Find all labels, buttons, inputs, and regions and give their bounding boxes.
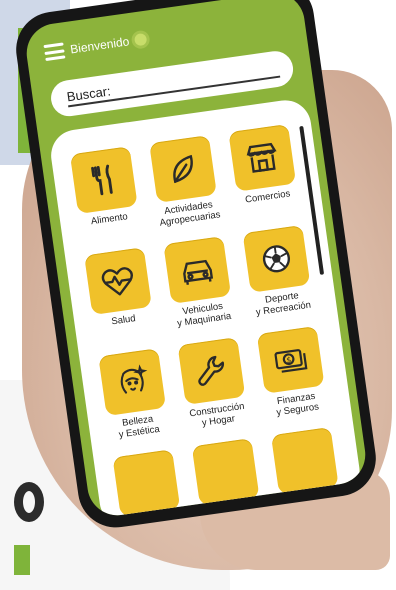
category-tile[interactable] <box>149 135 217 203</box>
soccer-ball-icon <box>262 245 290 273</box>
fork-knife-icon <box>91 164 113 196</box>
category-label: Salud <box>110 313 137 328</box>
category-comercios[interactable]: Comercios <box>223 123 304 218</box>
category-actividades-agropecuarias[interactable]: Actividades Agropecuarias <box>144 134 225 229</box>
categories-grid: Alimento Actividades Agropecuarias Comer… <box>65 123 346 519</box>
category-belleza-estetica[interactable]: Belleza y Estética <box>93 348 174 443</box>
car-icon <box>183 259 214 285</box>
category-label: Alimento <box>90 211 129 228</box>
sprout-icon <box>134 32 148 47</box>
woman-face-icon <box>120 364 148 394</box>
app-header: Bienvenido <box>43 25 149 67</box>
welcome-text: Bienvenido <box>69 34 131 57</box>
category-tile[interactable] <box>163 236 232 304</box>
leaf-icon <box>173 154 193 184</box>
category-tile[interactable] <box>98 348 167 417</box>
category-tile[interactable] <box>69 146 138 214</box>
category-construccion-hogar[interactable]: Construcción y Hogar <box>173 336 254 431</box>
category-tile[interactable] <box>112 449 181 518</box>
svg-text:$: $ <box>286 355 292 365</box>
category-tile[interactable] <box>84 247 152 316</box>
category-tile[interactable]: $ <box>256 325 325 394</box>
category-label: Finanzas y Seguros <box>275 390 320 419</box>
app-screen: Bienvenido Buscar: Alimento Actividades … <box>22 0 370 520</box>
hamburger-menu-icon[interactable] <box>43 42 66 62</box>
category-tile[interactable] <box>270 426 339 495</box>
store-icon <box>246 142 277 173</box>
category-tile[interactable] <box>191 438 260 506</box>
category-tile[interactable] <box>177 337 246 405</box>
wrench-icon <box>198 355 225 386</box>
category-label: Vehiculos y Maquinaria <box>176 300 232 330</box>
category-label: Deporte y Recreación <box>255 290 312 319</box>
category-label: Comercios <box>244 188 292 206</box>
category-salud[interactable]: Salud <box>79 247 160 342</box>
category-tile[interactable] <box>242 224 311 293</box>
category-deporte-recreacion[interactable]: Deporte y Recreación <box>238 224 319 319</box>
category-vehiculos-maquinaria[interactable]: Vehiculos y Maquinaria <box>158 235 239 330</box>
money-icon: $ <box>274 349 308 373</box>
logo-fragment <box>14 482 44 522</box>
category-tile[interactable] <box>228 123 297 192</box>
logo-fragment-green <box>14 545 30 575</box>
heart-pulse-icon <box>101 267 133 296</box>
category-alimento[interactable]: Alimento <box>65 146 146 241</box>
category-label: Construcción y Hogar <box>188 400 246 429</box>
category-more-1[interactable] <box>108 449 186 520</box>
category-more-2[interactable] <box>187 437 265 510</box>
category-label: Belleza y Estética <box>118 413 161 441</box>
category-label: Actividades Agropecuarias <box>158 199 222 229</box>
category-more-3[interactable] <box>266 426 344 499</box>
category-finanzas-seguros[interactable]: $ Finanzas y Seguros <box>252 325 333 420</box>
categories-panel: Alimento Actividades Agropecuarias Comer… <box>47 96 363 520</box>
